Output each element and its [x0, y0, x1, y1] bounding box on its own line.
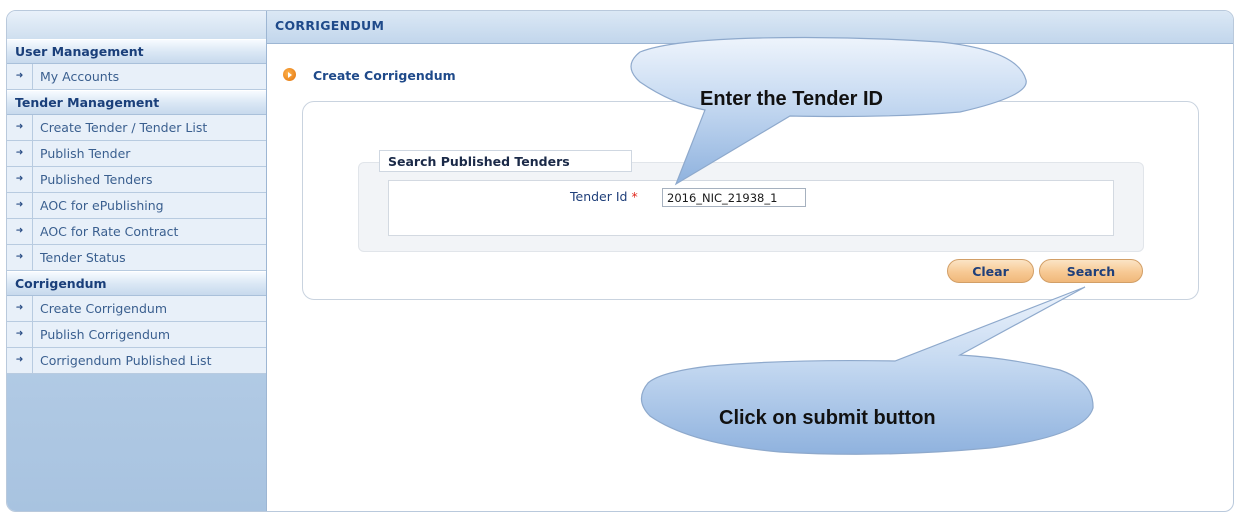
callout-layer — [630, 36, 1094, 455]
callout-top-text: Enter the Tender ID — [700, 88, 883, 110]
callout-bottom-text: Click on submit button — [719, 407, 936, 429]
